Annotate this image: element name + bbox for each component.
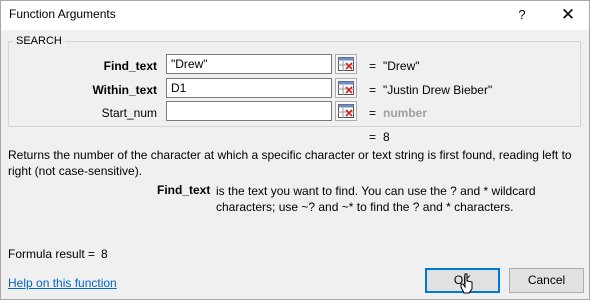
title-bar: Function Arguments ? ✕	[1, 1, 589, 30]
find-text-label: Find_text	[103, 59, 157, 73]
range-select-icon	[338, 104, 354, 118]
range-select-icon	[338, 57, 354, 71]
start-num-collapse-button[interactable]	[335, 101, 357, 121]
within-text-label: Within_text	[92, 83, 157, 97]
find-text-collapse-button[interactable]	[335, 54, 357, 74]
mouse-pointer-icon	[460, 273, 473, 294]
function-name-label: SEARCH	[13, 35, 65, 47]
within-text-collapse-button[interactable]	[335, 78, 357, 98]
start-num-result: number	[383, 106, 428, 120]
close-icon[interactable]: ✕	[555, 3, 581, 27]
function-arguments-dialog: Function Arguments ? ✕ SEARCH Find_text …	[0, 0, 590, 300]
help-icon[interactable]: ?	[511, 5, 533, 25]
find-text-result: "Drew"	[383, 59, 420, 73]
help-on-function-link[interactable]: Help on this function	[8, 276, 117, 290]
range-select-icon	[338, 81, 354, 95]
argument-help-name: Find_text	[157, 183, 211, 197]
start-num-equals: =	[369, 106, 377, 120]
start-num-input[interactable]	[166, 101, 332, 121]
within-text-result: "Justin Drew Bieber"	[383, 83, 493, 97]
start-num-label: Start_num	[101, 106, 157, 120]
formula-result-label: Formula result =	[8, 247, 96, 261]
formula-result-value: 8	[101, 247, 108, 261]
within-text-equals: =	[369, 83, 377, 97]
find-text-input[interactable]: "Drew"	[166, 54, 332, 74]
argument-help-text: is the text you want to find. You can us…	[216, 184, 536, 214]
dialog-title: Function Arguments	[9, 7, 116, 21]
cancel-button[interactable]: Cancel	[509, 268, 584, 293]
find-text-equals: =	[369, 59, 377, 73]
function-description: Returns the number of the character at w…	[8, 148, 572, 178]
within-text-input[interactable]: D1	[166, 78, 332, 98]
function-result-value: 8	[383, 130, 390, 144]
function-result-equals: =	[369, 130, 377, 144]
